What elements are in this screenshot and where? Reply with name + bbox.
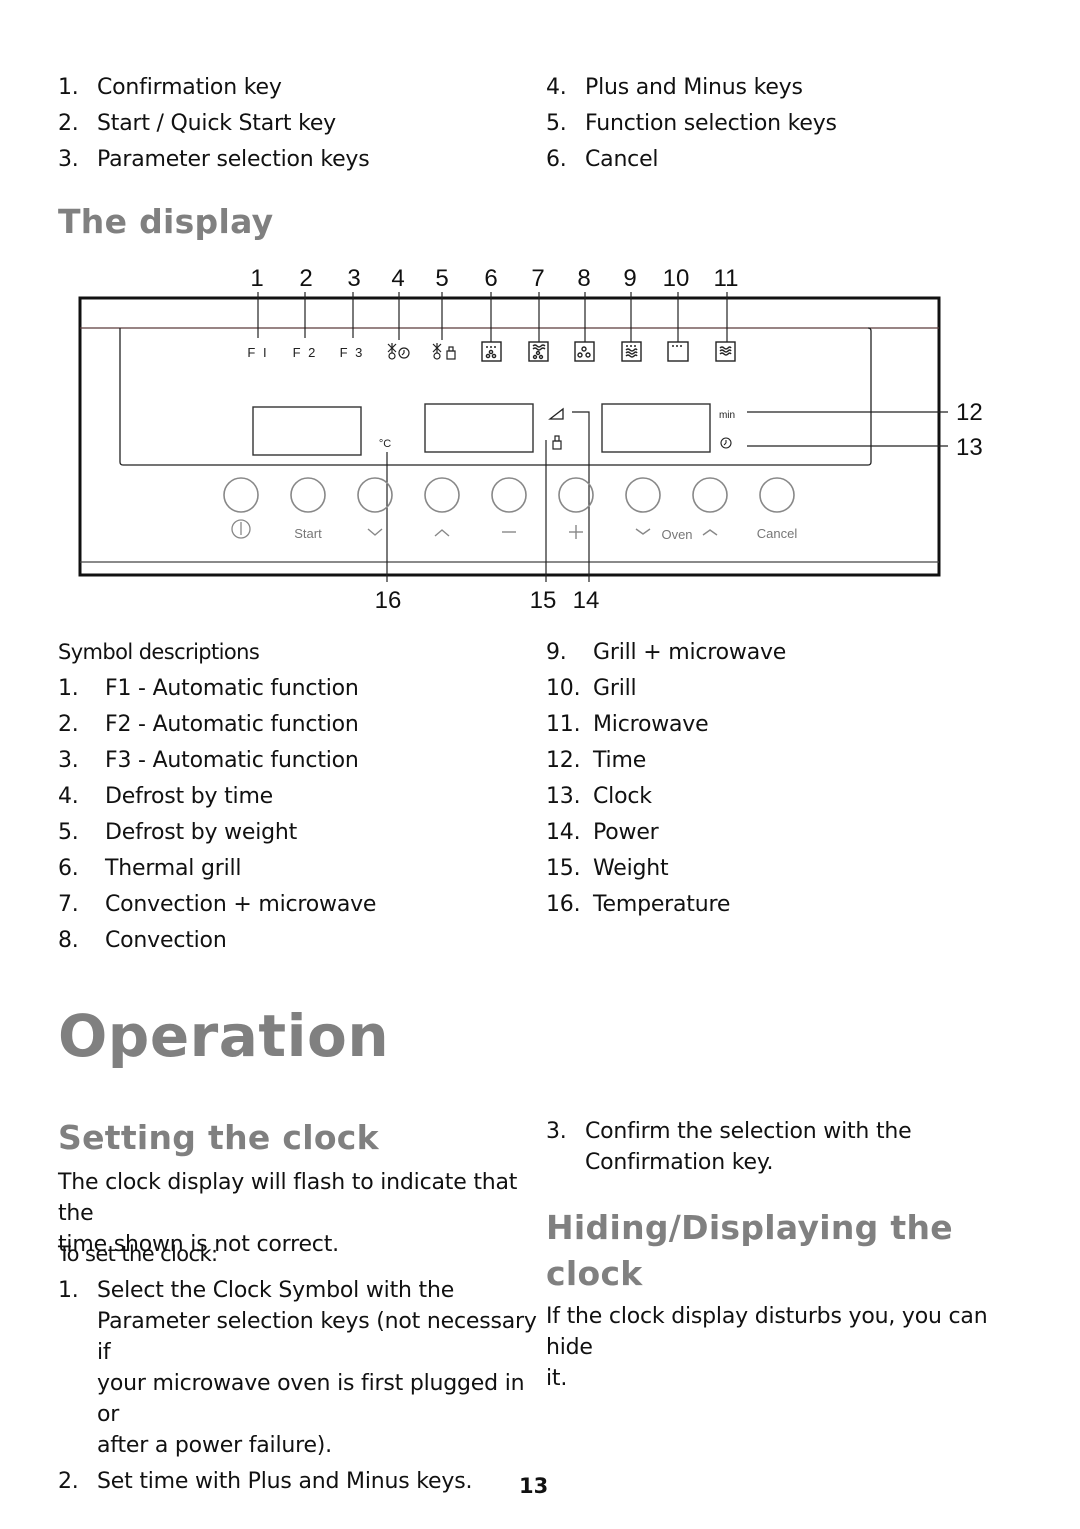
keys-list-left: 1. Confirmation key 2. Start / Quick Start… <box>58 70 370 178</box>
symbol-list-left: 1. F1 - Automatic function 2. F2 - Automat… <box>58 671 376 959</box>
list-item: 2. Set time with Plus and Minus keys. <box>58 1469 473 1494</box>
convection-icon <box>574 341 595 362</box>
list-item: 8. Convection <box>58 928 227 953</box>
start-key[interactable] <box>290 477 326 513</box>
list-item: 6. Cancel <box>546 147 659 172</box>
list-item: 1. Select the Clock Symbol with the Para… <box>58 1278 537 1458</box>
list-item: 13. Clock <box>546 784 652 809</box>
setting-clock-title: Setting the clock <box>58 1118 379 1157</box>
plus-key[interactable] <box>558 477 594 513</box>
list-item: 9. Grill + microwave <box>546 640 787 665</box>
thermal-grill-icon <box>481 341 502 362</box>
list-item: 3. Confirm the selection with the Confir… <box>546 1119 912 1175</box>
callout-15: 15 <box>530 587 557 614</box>
callout-16: 16 <box>375 587 402 614</box>
symbol-list-right: 9. Grill + microwave 10. Grill 11. Microwav… <box>546 635 786 923</box>
grill-microwave-icon <box>621 341 642 362</box>
list-item: 2. Start / Quick Start key <box>58 111 336 136</box>
list-item: 4. Defrost by time <box>58 784 274 809</box>
cancel-key-label: Cancel <box>757 526 798 541</box>
callout-13: 13 <box>956 434 983 461</box>
page-number: 13 <box>519 1474 549 1498</box>
list-item: 3. Parameter selection keys <box>58 147 370 172</box>
defrost-time-icon <box>387 343 410 360</box>
chevron-down-icon <box>367 528 383 536</box>
callout-7: 7 <box>531 265 544 292</box>
oven-chevron-down-icon <box>635 528 651 535</box>
oven-chevron-up-icon <box>702 529 718 536</box>
weight-display <box>424 403 534 453</box>
param-up-key[interactable] <box>424 477 460 513</box>
confirm-symbol-icon <box>231 519 251 539</box>
symbol-descriptions-heading: Symbol descriptions <box>58 640 260 664</box>
list-item: 5. Function selection keys <box>546 111 837 136</box>
time-display <box>601 403 711 453</box>
callout-14: 14 <box>573 587 600 614</box>
list-item: 14. Power <box>546 820 659 845</box>
callout-4: 4 <box>391 265 404 292</box>
minus-key[interactable] <box>491 477 527 513</box>
convection-microwave-icon <box>528 341 549 362</box>
top-callouts: 1 2 3 4 5 6 7 8 9 10 11 <box>250 265 738 292</box>
list-item: 15. Weight <box>546 856 669 881</box>
set-clock-step-3: 3. Confirm the selection with the Confir… <box>546 1116 1026 1178</box>
list-item: 3. F3 - Automatic function <box>58 748 359 773</box>
hiding-clock-text: If the clock display disturbs you, you c… <box>546 1304 988 1391</box>
list-item: 1. Confirmation key <box>58 75 282 100</box>
callout-1: 1 <box>250 265 263 292</box>
defrost-weight-icon <box>432 343 456 360</box>
chevron-up-icon <box>434 529 450 537</box>
microwave-icon <box>715 341 736 362</box>
display-screen-outline <box>119 327 872 466</box>
list-item: 7. Convection + microwave <box>58 892 377 917</box>
list-item: 11. Microwave <box>546 712 709 737</box>
power-icon <box>548 407 564 420</box>
list-item: 12. Time <box>546 748 647 773</box>
list-item: 4. Plus and Minus keys <box>546 75 803 100</box>
keys-list-right: 4. Plus and Minus keys 5. Function selecti… <box>546 70 837 178</box>
plus-icon <box>569 525 583 539</box>
operation-title: Operation <box>58 1002 390 1070</box>
callout-10: 10 <box>663 265 690 292</box>
callout-5: 5 <box>435 265 448 292</box>
list-item: 5. Defrost by weight <box>58 820 298 845</box>
clock-icon <box>720 437 732 449</box>
weight-icon <box>552 435 562 450</box>
grill-icon <box>667 341 689 362</box>
start-key-label: Start <box>294 526 322 541</box>
f3-label: F 3 <box>340 345 365 360</box>
display-section-title: The display <box>58 202 274 241</box>
confirmation-key[interactable] <box>223 477 259 513</box>
oven-up-key[interactable] <box>692 477 728 513</box>
callout-12: 12 <box>956 399 983 426</box>
list-item: 2. F2 - Automatic function <box>58 712 359 737</box>
oven-key-label: Oven <box>661 527 692 542</box>
temperature-display <box>252 406 362 456</box>
list-item: 6. Thermal grill <box>58 856 242 881</box>
hiding-clock-title: Hiding/Displaying the clock <box>546 1208 953 1293</box>
list-item: 16. Temperature <box>546 892 731 917</box>
callout-2: 2 <box>299 265 312 292</box>
oven-down-key[interactable] <box>625 477 661 513</box>
cancel-key[interactable] <box>759 477 795 513</box>
callout-6: 6 <box>484 265 497 292</box>
callout-8: 8 <box>577 265 590 292</box>
set-clock-steps: 1. Select the Clock Symbol with the Para… <box>58 1275 538 1497</box>
min-label: min <box>719 410 735 421</box>
list-item: 1. F1 - Automatic function <box>58 676 359 701</box>
control-panel-diagram: 1 2 3 4 5 6 7 8 9 10 11 F I F 2 F 3 °C m… <box>78 265 983 614</box>
f2-label: F 2 <box>293 345 318 360</box>
f1-label: F I <box>247 345 268 360</box>
callout-3: 3 <box>347 265 360 292</box>
celsius-label: °C <box>379 438 391 450</box>
set-clock-subheading: To set the clock: <box>58 1242 218 1266</box>
panel-outer-frame <box>78 296 941 577</box>
callout-9: 9 <box>623 265 636 292</box>
list-item: 10. Grill <box>546 676 637 701</box>
callout-11: 11 <box>714 265 739 292</box>
